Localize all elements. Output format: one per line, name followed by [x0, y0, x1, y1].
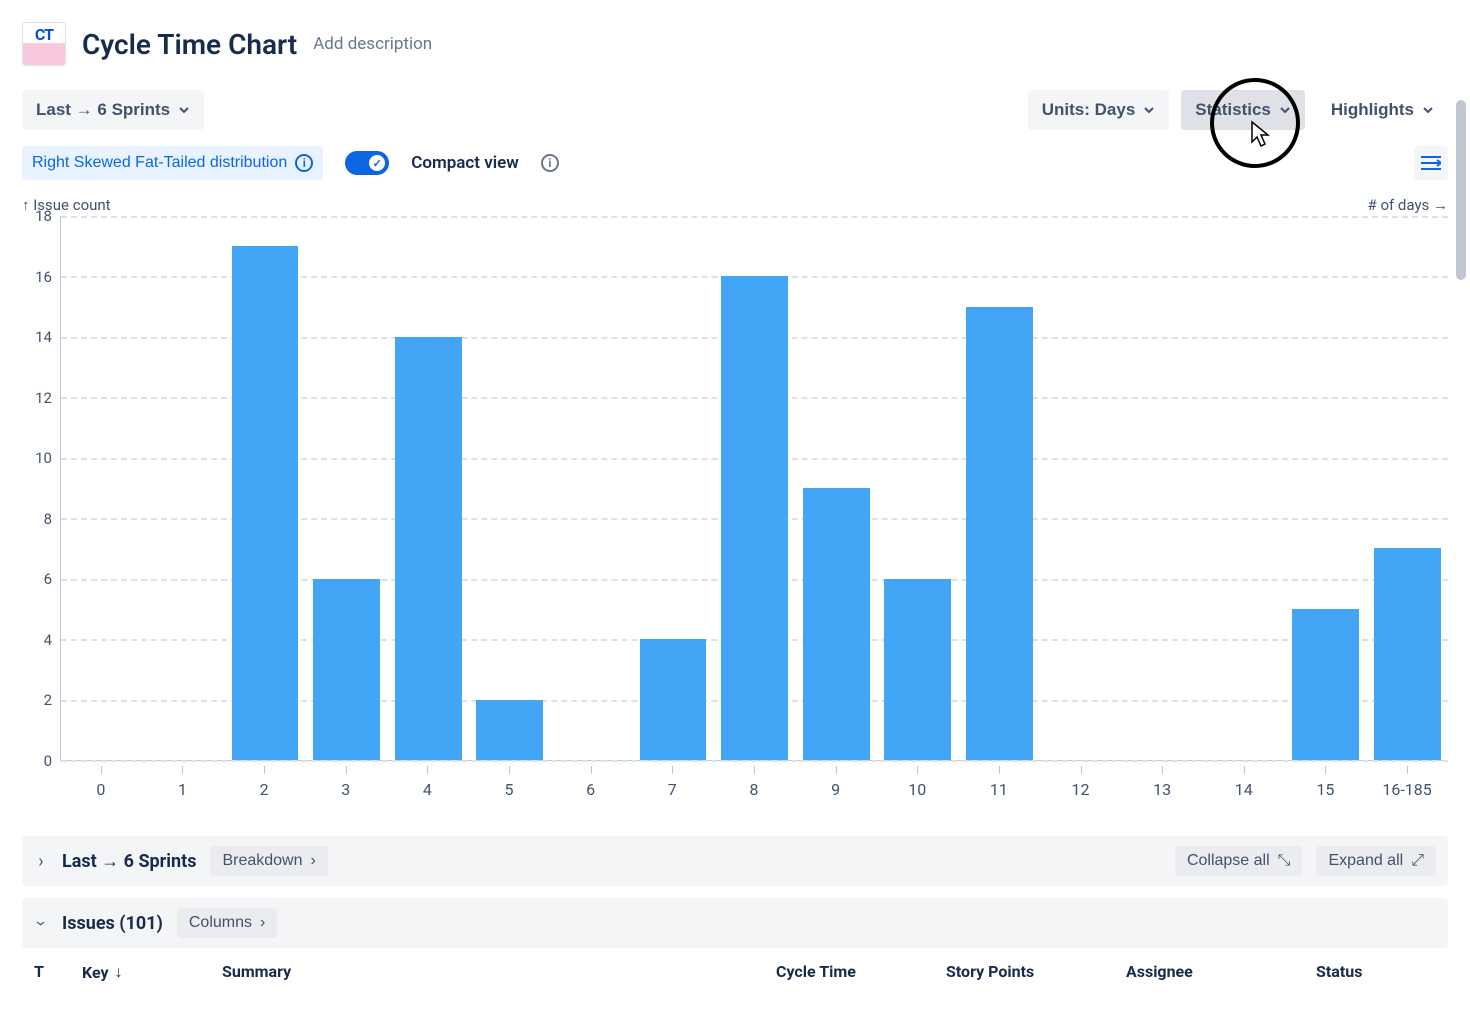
chart-bar[interactable] [884, 579, 951, 760]
x-tick: 2 [223, 766, 305, 816]
y-tick: 0 [44, 752, 52, 770]
x-tick: 4 [387, 766, 469, 816]
cycle-time-chart: 024681012141618 012345678910111213141516… [22, 216, 1448, 816]
scroll-thumb[interactable] [1456, 100, 1466, 280]
chart-bar[interactable] [803, 488, 870, 760]
x-tick: 1 [142, 766, 224, 816]
column-header-key[interactable]: Key ↓ [82, 962, 222, 982]
controls-row: Right Skewed Fat-Tailed distribution i C… [22, 146, 1448, 180]
header: CT Cycle Time Chart Add description [22, 22, 1448, 66]
highlights-label: Highlights [1331, 100, 1414, 120]
y-tick: 16 [35, 268, 52, 286]
range-dropdown[interactable]: Last → 6 Sprints [22, 90, 204, 130]
y-tick: 18 [35, 207, 52, 225]
y-tick: 14 [35, 328, 52, 346]
info-icon[interactable]: i [541, 154, 559, 172]
x-tick: 13 [1121, 766, 1203, 816]
chart-bar[interactable] [1292, 609, 1359, 760]
column-header-story-points[interactable]: Story Points [946, 962, 1126, 982]
y-tick: 10 [35, 449, 52, 467]
chart-bar[interactable] [721, 276, 788, 760]
column-header-assignee[interactable]: Assignee [1126, 962, 1316, 982]
breakdown-button[interactable]: Breakdown › [210, 846, 327, 876]
x-tick: 12 [1040, 766, 1122, 816]
issues-section-header: › Issues (101) Columns › [22, 898, 1448, 948]
chevron-down-icon[interactable]: › [31, 916, 52, 930]
column-header-status[interactable]: Status [1316, 962, 1436, 982]
chart-bar[interactable] [395, 337, 462, 760]
chart-bar[interactable] [476, 700, 543, 760]
chevron-down-icon [1279, 104, 1291, 116]
issues-title: Issues (101) [62, 913, 163, 934]
collapse-icon: ⤡ [1278, 852, 1291, 870]
units-dropdown[interactable]: Units: Days [1028, 90, 1170, 130]
x-tick: 8 [713, 766, 795, 816]
toolbar: Last → 6 Sprints Units: Days Statistics … [22, 90, 1448, 130]
sprints-title: Last → 6 Sprints [62, 851, 196, 872]
chart-bar[interactable] [640, 639, 707, 760]
statistics-dropdown[interactable]: Statistics [1181, 90, 1305, 130]
x-tick: 0 [60, 766, 142, 816]
statistics-label: Statistics [1195, 100, 1271, 120]
page-scrollbar[interactable] [1454, 0, 1468, 1030]
y-tick: 8 [44, 510, 52, 528]
chart-bar[interactable] [1374, 548, 1441, 760]
column-header-cycle-time[interactable]: Cycle Time [776, 962, 946, 982]
compact-view-label: Compact view [411, 153, 519, 173]
expand-icon: ⤢ [1411, 852, 1424, 870]
chart-bar[interactable] [313, 579, 380, 760]
chart-bar[interactable] [232, 246, 299, 760]
chevron-down-icon [1422, 104, 1434, 116]
chart-plot-area[interactable] [60, 216, 1448, 761]
x-tick: 14 [1203, 766, 1285, 816]
column-header-summary[interactable]: Summary [222, 962, 776, 982]
y-tick: 4 [44, 631, 52, 649]
sprints-section-header: › Last → 6 Sprints Breakdown › Collapse … [22, 836, 1448, 886]
x-tick: 3 [305, 766, 387, 816]
x-tick: 10 [876, 766, 958, 816]
x-tick: 16-185 [1366, 766, 1448, 816]
range-label: Last → 6 Sprints [36, 100, 170, 120]
units-label: Units: Days [1042, 100, 1136, 120]
chevron-down-icon [1143, 104, 1155, 116]
chevron-right-icon[interactable]: › [34, 851, 48, 872]
app-icon: CT [22, 22, 66, 66]
columns-button[interactable]: Columns › [177, 908, 277, 938]
panel-toggle-button[interactable] [1414, 146, 1448, 180]
expand-all-button[interactable]: Expand all ⤢ [1316, 846, 1436, 876]
collapse-all-button[interactable]: Collapse all ⤡ [1175, 846, 1303, 876]
sort-desc-icon: ↓ [115, 962, 123, 982]
chevron-right-icon: › [260, 914, 265, 932]
y-tick: 6 [44, 570, 52, 588]
info-icon: i [295, 154, 313, 172]
x-tick: 7 [631, 766, 713, 816]
column-header-type[interactable]: T [34, 962, 82, 982]
axes-labels: ↑ Issue count # of days → [22, 196, 1448, 214]
chart-bar[interactable] [966, 307, 1033, 760]
page-title: Cycle Time Chart [82, 28, 297, 61]
add-description-link[interactable]: Add description [313, 34, 432, 54]
x-tick: 9 [795, 766, 877, 816]
distribution-badge[interactable]: Right Skewed Fat-Tailed distribution i [22, 146, 323, 180]
y-tick: 12 [35, 389, 52, 407]
x-tick: 15 [1285, 766, 1367, 816]
highlights-dropdown[interactable]: Highlights [1317, 90, 1448, 130]
x-tick: 6 [550, 766, 632, 816]
chevron-down-icon [178, 104, 190, 116]
y-tick: 2 [44, 691, 52, 709]
x-tick: 11 [958, 766, 1040, 816]
chevron-right-icon: › [311, 852, 316, 870]
x-axis-label: # of days → [1367, 196, 1448, 214]
compact-view-toggle[interactable] [345, 151, 389, 175]
issues-table-header: T Key ↓ Summary Cycle Time Story Points … [22, 948, 1448, 996]
x-tick: 5 [468, 766, 550, 816]
